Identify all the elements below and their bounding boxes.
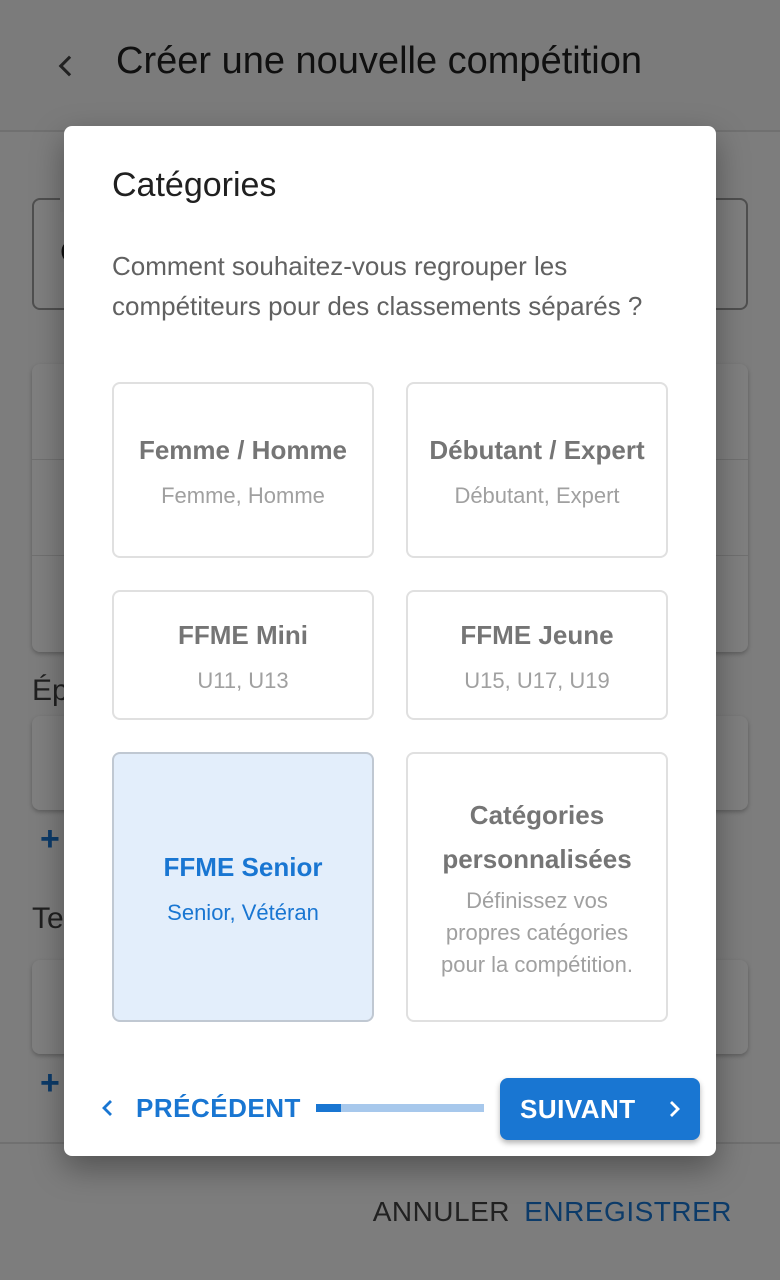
option-subtitle: Femme, Homme — [161, 483, 325, 508]
option-ffme-mini[interactable]: FFME Mini U11, U13 — [112, 590, 374, 720]
dialog-description: Comment souhaitez-vous regrouper les com… — [112, 251, 643, 321]
next-label: SUIVANT — [520, 1093, 636, 1124]
next-button[interactable]: SUIVANT — [500, 1078, 700, 1140]
option-ffme-senior[interactable]: FFME Senior Senior, Vétéran — [112, 752, 374, 1022]
previous-button[interactable]: PRÉCÉDENT — [88, 1080, 309, 1136]
previous-label: PRÉCÉDENT — [136, 1092, 301, 1123]
option-title: Débutant / Expert — [429, 435, 645, 465]
option-title: FFME Mini — [178, 620, 308, 650]
option-subtitle: Définissez vos propres catégories pour l… — [441, 888, 633, 977]
option-subtitle: U15, U17, U19 — [464, 668, 610, 693]
dialog-title: Catégories — [112, 166, 277, 204]
option-ffme-jeune[interactable]: FFME Jeune U15, U17, U19 — [406, 590, 668, 720]
option-subtitle: Débutant, Expert — [454, 483, 620, 508]
option-femme-homme[interactable]: Femme / Homme Femme, Homme — [112, 382, 374, 558]
option-title: FFME Jeune — [460, 620, 614, 650]
option-debutant-expert[interactable]: Débutant / Expert Débutant, Expert — [406, 382, 668, 558]
option-subtitle: U11, U13 — [197, 668, 289, 693]
option-title: Catégories personnalisées — [442, 800, 632, 874]
chevron-right-icon — [662, 1097, 686, 1121]
option-title: FFME Senior — [163, 852, 323, 882]
option-title: Femme / Homme — [138, 435, 348, 465]
option-custom-categories[interactable]: Catégories personnalisées Définissez vos… — [406, 752, 668, 1022]
chevron-left-icon — [96, 1096, 120, 1120]
categories-dialog: Catégories Comment souhaitez-vous regrou… — [64, 126, 716, 1156]
step-progress-fill — [316, 1104, 342, 1112]
option-subtitle: Senior, Vétéran — [167, 900, 319, 925]
step-progress-bar — [316, 1104, 484, 1112]
